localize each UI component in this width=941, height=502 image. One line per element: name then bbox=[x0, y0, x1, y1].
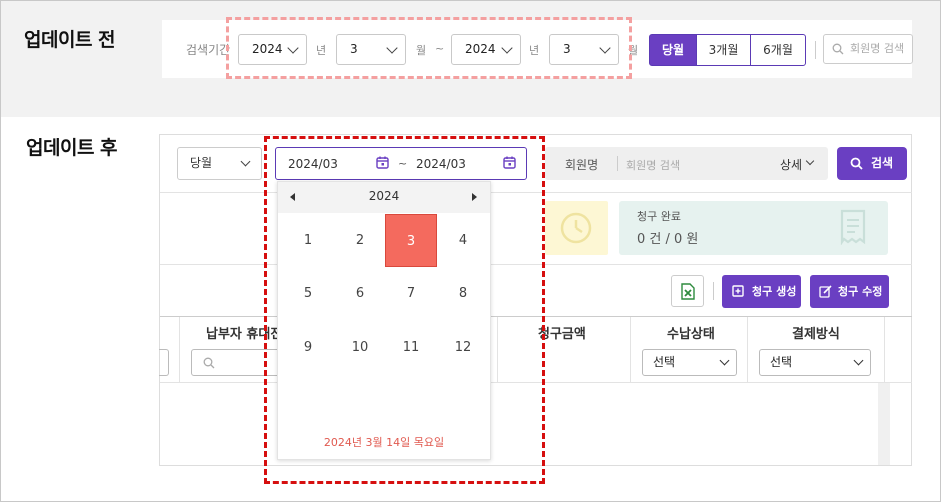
search-button[interactable]: 검색 bbox=[837, 147, 907, 180]
period-6-months-button[interactable]: 6개월 bbox=[750, 34, 806, 66]
create-invoice-button[interactable]: 청구 생성 bbox=[722, 275, 801, 308]
member-search-input[interactable]: 회원명 검색 bbox=[823, 34, 913, 64]
table-scrollbar[interactable] bbox=[878, 383, 890, 465]
chevron-down-icon bbox=[240, 156, 251, 167]
column-divider bbox=[179, 317, 180, 383]
column-filter-input[interactable] bbox=[159, 349, 169, 376]
status-filter-select[interactable]: 선택 bbox=[642, 349, 737, 376]
detail-toggle[interactable]: 상세 bbox=[780, 156, 802, 173]
column-divider bbox=[630, 317, 631, 383]
summary-card-pending bbox=[545, 201, 608, 255]
card-title: 청구 완료 bbox=[637, 210, 681, 223]
add-document-icon bbox=[732, 285, 744, 297]
column-header-status: 수납상태 bbox=[667, 327, 715, 342]
column-divider bbox=[884, 317, 885, 383]
search-icon bbox=[203, 357, 215, 369]
period-this-month-button[interactable]: 당월 bbox=[649, 34, 697, 66]
chevron-down-icon bbox=[853, 355, 864, 366]
receipt-icon bbox=[840, 209, 866, 245]
divider bbox=[617, 156, 618, 171]
edit-invoice-button[interactable]: 청구 수정 bbox=[810, 275, 889, 308]
chevron-down-icon bbox=[719, 355, 730, 366]
card-value: 0 건 / 0 원 bbox=[637, 232, 699, 247]
column-header-method: 결제방식 bbox=[792, 327, 840, 342]
before-title: 업데이트 전 bbox=[24, 29, 116, 51]
clock-icon bbox=[560, 212, 592, 244]
period-3-months-button[interactable]: 3개월 bbox=[696, 34, 751, 66]
member-label: 회원명 bbox=[565, 158, 599, 172]
old-period-highlight bbox=[226, 17, 632, 79]
edit-icon bbox=[819, 285, 832, 298]
excel-icon bbox=[681, 283, 695, 300]
period-label: 검색기간 bbox=[186, 43, 231, 57]
search-icon bbox=[832, 43, 844, 55]
after-title: 업데이트 후 bbox=[26, 137, 118, 159]
method-filter-select[interactable]: 선택 bbox=[759, 349, 871, 376]
summary-card-complete: 청구 완료 0 건 / 0 원 bbox=[619, 201, 888, 255]
new-period-highlight bbox=[264, 136, 545, 484]
divider bbox=[713, 282, 714, 300]
column-header-amount: 청구금액 bbox=[538, 327, 586, 342]
chevron-down-icon bbox=[805, 156, 815, 166]
member-search-input[interactable]: 회원명 검색 bbox=[626, 157, 680, 173]
column-divider bbox=[747, 317, 748, 383]
excel-download-button[interactable] bbox=[671, 275, 704, 307]
search-icon bbox=[850, 157, 863, 170]
period-select[interactable]: 당월 bbox=[177, 147, 262, 180]
member-search-bar: 회원명 회원명 검색 상세 bbox=[545, 147, 828, 180]
divider bbox=[815, 41, 816, 59]
